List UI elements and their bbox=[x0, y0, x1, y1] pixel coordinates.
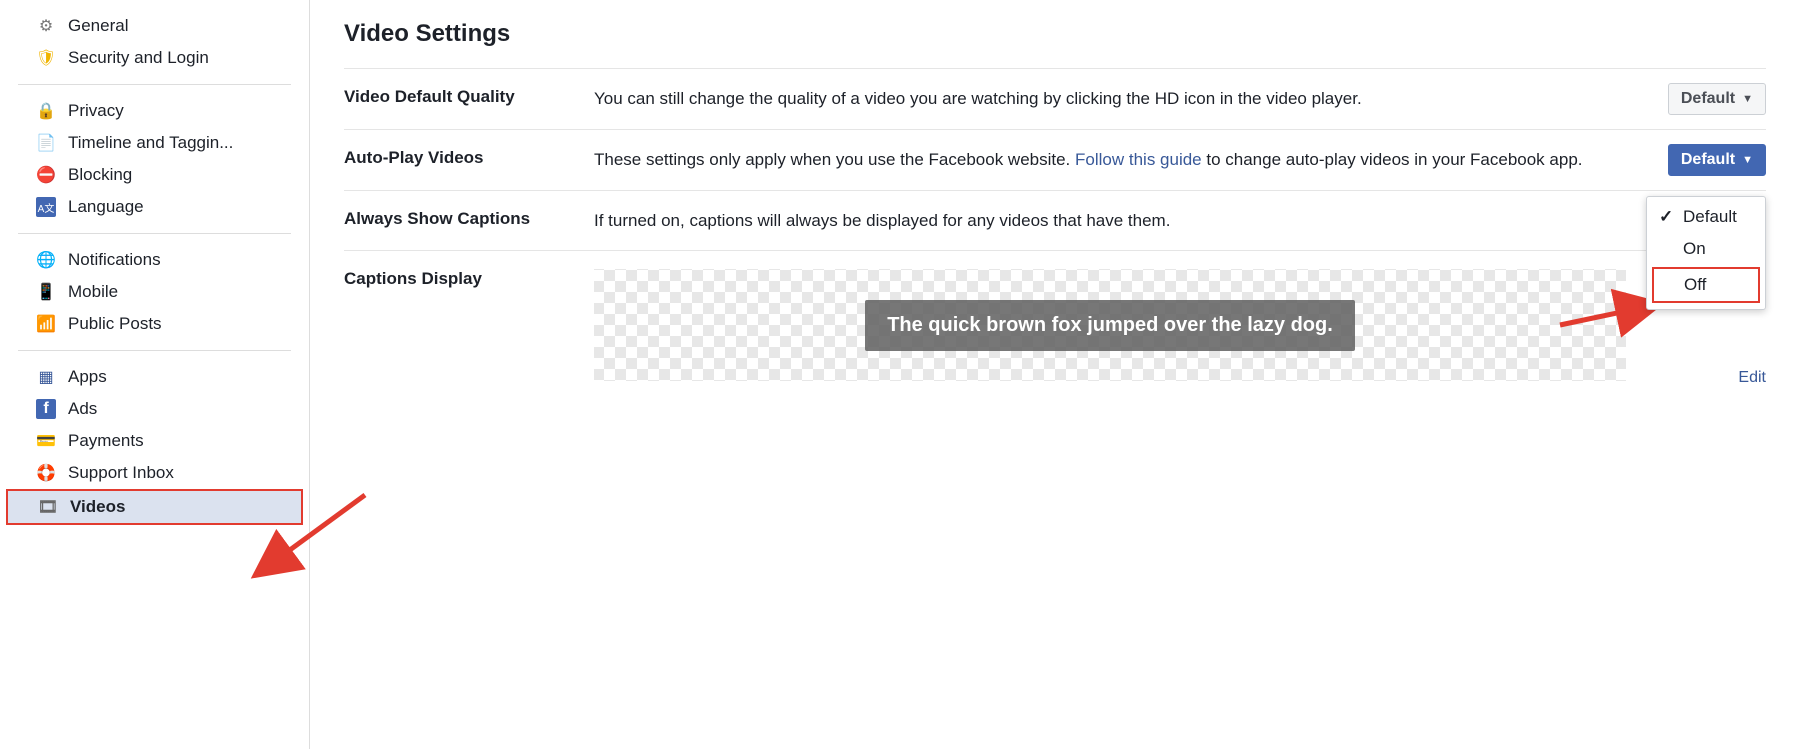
sidebar-item-label: Language bbox=[68, 197, 144, 217]
setting-captions: Always Show Captions If turned on, capti… bbox=[344, 190, 1766, 251]
sidebar-item-support-inbox[interactable]: 🛟 Support Inbox bbox=[0, 457, 309, 489]
caption-preview-area: The quick brown fox jumped over the lazy… bbox=[594, 269, 1626, 381]
gear-icon: ⚙ bbox=[36, 16, 56, 36]
sidebar-item-label: Security and Login bbox=[68, 48, 209, 68]
sidebar-item-label: Ads bbox=[68, 399, 97, 419]
sidebar-divider bbox=[18, 84, 291, 85]
sidebar-item-label: Public Posts bbox=[68, 314, 162, 334]
sidebar-item-language[interactable]: A文 Language bbox=[0, 191, 309, 223]
facebook-icon: f bbox=[36, 399, 56, 419]
setting-desc: These settings only apply when you use t… bbox=[594, 148, 1766, 172]
caption-display-edit-link[interactable]: Edit bbox=[1738, 369, 1766, 387]
setting-label: Captions Display bbox=[344, 269, 594, 289]
autoplay-option-on[interactable]: On bbox=[1647, 233, 1765, 265]
page-icon: 📄 bbox=[36, 133, 56, 153]
sidebar-item-label: Support Inbox bbox=[68, 463, 174, 483]
card-icon: 💳 bbox=[36, 431, 56, 451]
sidebar-item-label: Videos bbox=[70, 497, 125, 517]
settings-sidebar: ⚙ General 🛡 Security and Login 🔒 Privacy… bbox=[0, 0, 310, 749]
language-icon: A文 bbox=[36, 197, 56, 217]
sidebar-item-blocking[interactable]: ⛔ Blocking bbox=[0, 159, 309, 191]
select-value: Default bbox=[1681, 90, 1735, 108]
chevron-down-icon: ▼ bbox=[1742, 154, 1753, 166]
sidebar-item-security[interactable]: 🛡 Security and Login bbox=[0, 42, 309, 74]
sidebar-item-label: Payments bbox=[68, 431, 144, 451]
setting-label: Always Show Captions bbox=[344, 209, 594, 233]
autoplay-select[interactable]: Default ▼ bbox=[1668, 144, 1766, 176]
sidebar-item-privacy[interactable]: 🔒 Privacy bbox=[0, 95, 309, 127]
setting-label: Video Default Quality bbox=[344, 87, 594, 111]
sidebar-item-payments[interactable]: 💳 Payments bbox=[0, 425, 309, 457]
globe-icon: 🌐 bbox=[36, 250, 56, 270]
setting-desc: You can still change the quality of a vi… bbox=[594, 87, 1766, 111]
sidebar-item-public-posts[interactable]: 📶 Public Posts bbox=[0, 308, 309, 340]
sidebar-item-label: General bbox=[68, 16, 128, 36]
film-icon: 🎞 bbox=[38, 497, 58, 517]
sidebar-item-label: Notifications bbox=[68, 250, 161, 270]
sidebar-divider bbox=[18, 350, 291, 351]
sidebar-item-apps[interactable]: ▦ Apps bbox=[0, 361, 309, 393]
sidebar-item-label: Mobile bbox=[68, 282, 118, 302]
chevron-down-icon: ▼ bbox=[1742, 93, 1753, 105]
block-icon: ⛔ bbox=[36, 165, 56, 185]
autoplay-option-off[interactable]: Off bbox=[1652, 267, 1760, 303]
sidebar-item-label: Blocking bbox=[68, 165, 132, 185]
apps-icon: ▦ bbox=[36, 367, 56, 387]
setting-autoplay: Auto-Play Videos These settings only app… bbox=[344, 129, 1766, 190]
page-title: Video Settings bbox=[344, 20, 1766, 48]
setting-caption-display: Captions Display The quick brown fox jum… bbox=[344, 250, 1766, 399]
sidebar-item-mobile[interactable]: 📱 Mobile bbox=[0, 276, 309, 308]
sidebar-item-videos[interactable]: 🎞 Videos bbox=[6, 489, 303, 525]
lock-icon: 🔒 bbox=[36, 101, 56, 121]
setting-video-quality: Video Default Quality You can still chan… bbox=[344, 68, 1766, 129]
sidebar-divider bbox=[18, 233, 291, 234]
main-content: Video Settings Video Default Quality You… bbox=[310, 0, 1800, 749]
quality-select[interactable]: Default ▼ bbox=[1668, 83, 1766, 115]
sidebar-item-ads[interactable]: f Ads bbox=[0, 393, 309, 425]
autoplay-option-default[interactable]: Default bbox=[1647, 201, 1765, 233]
setting-label: Auto-Play Videos bbox=[344, 148, 594, 172]
shield-icon: 🛡 bbox=[36, 48, 56, 68]
select-value: Default bbox=[1681, 151, 1735, 169]
sidebar-item-general[interactable]: ⚙ General bbox=[0, 10, 309, 42]
autoplay-guide-link[interactable]: Follow this guide bbox=[1075, 150, 1202, 169]
sidebar-item-label: Timeline and Taggin... bbox=[68, 133, 233, 153]
sidebar-item-timeline[interactable]: 📄 Timeline and Taggin... bbox=[0, 127, 309, 159]
caption-preview-text: The quick brown fox jumped over the lazy… bbox=[865, 300, 1355, 351]
sidebar-item-label: Apps bbox=[68, 367, 107, 387]
lifebuoy-icon: 🛟 bbox=[36, 463, 56, 483]
autoplay-dropdown: Default On Off bbox=[1646, 196, 1766, 310]
rss-icon: 📶 bbox=[36, 314, 56, 334]
setting-desc: If turned on, captions will always be di… bbox=[594, 209, 1766, 233]
sidebar-item-notifications[interactable]: 🌐 Notifications bbox=[0, 244, 309, 276]
phone-icon: 📱 bbox=[36, 282, 56, 302]
sidebar-item-label: Privacy bbox=[68, 101, 124, 121]
